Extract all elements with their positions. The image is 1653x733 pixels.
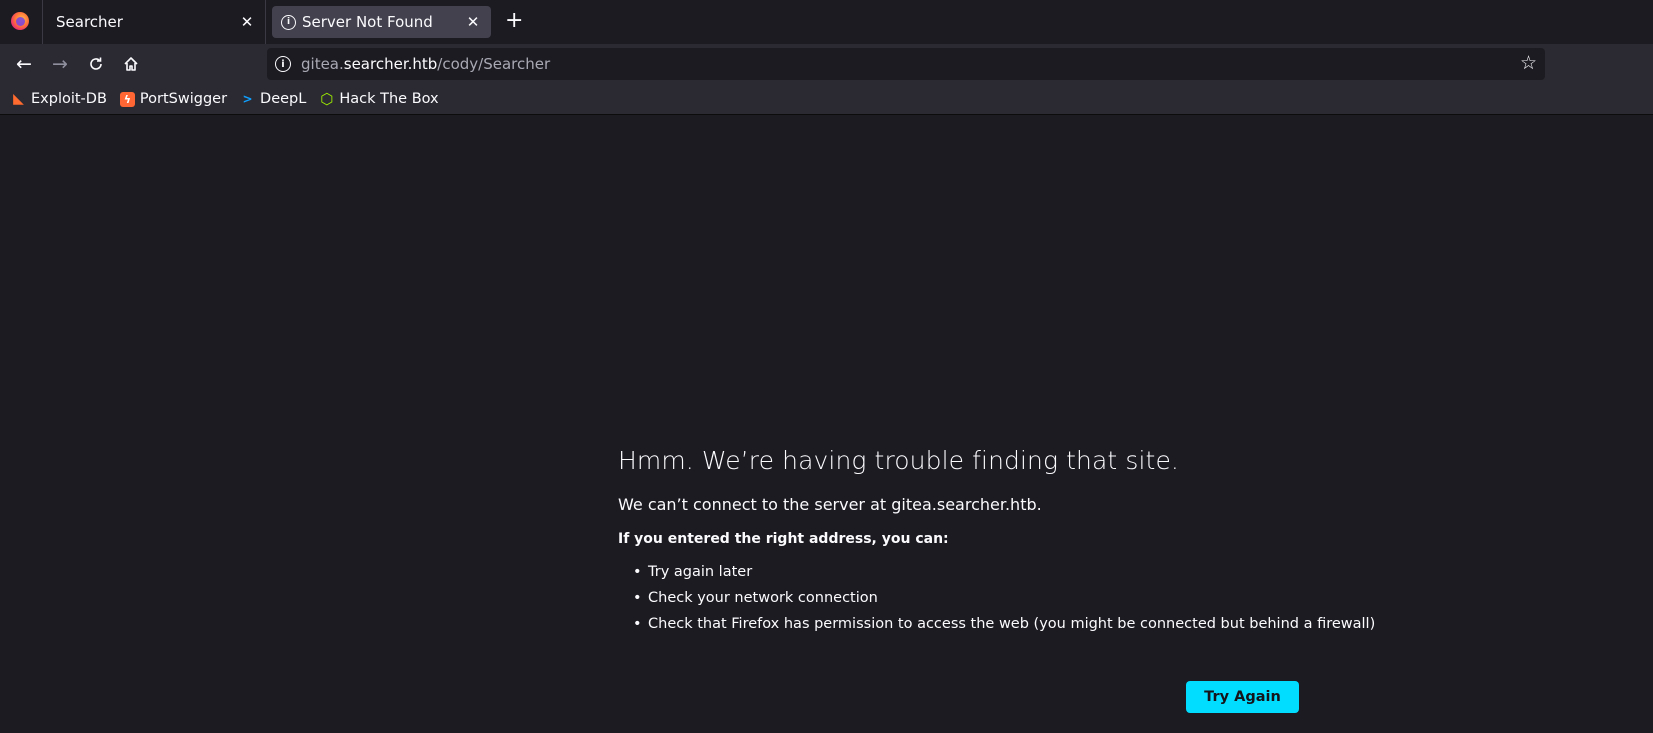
new-tab-plus-icon[interactable]: + [505,9,523,33]
info-icon: i [281,14,296,30]
tab-server-not-found[interactable]: i Server Not Found ✕ [272,6,491,38]
tab-searcher[interactable]: Searcher ✕ [42,0,266,44]
tab-strip: Searcher ✕ i Server Not Found ✕ + [0,0,1653,44]
reload-icon[interactable] [82,44,110,84]
hackthebox-icon: ⬡ [320,90,334,108]
deepl-icon: > [242,92,253,106]
list-item: Check that Firefox has permission to acc… [618,611,1375,637]
tab-close-icon[interactable]: ✕ [239,13,255,31]
error-description: We can’t connect to the server at gitea.… [618,495,1042,514]
bookmark-label: Hack The Box [339,91,439,107]
bookmark-label: DeepL [260,91,307,107]
forward-arrow-icon[interactable]: → [46,44,74,84]
bookmark-hack-the-box[interactable]: ⬡ Hack The Box [319,90,439,108]
try-again-button[interactable]: Try Again [1186,681,1299,713]
suggestion-list: Try again later Check your network conne… [618,559,1375,637]
url-domain: searcher.htb [343,55,438,73]
tab-title: Server Not Found [302,13,433,31]
exploit-db-icon: ◣ [13,91,24,107]
home-icon[interactable] [117,44,145,84]
bookmark-label: PortSwigger [139,91,228,107]
bookmarks-toolbar: ◣ Exploit-DB ϟ PortSwigger > DeepL ⬡ Hac… [0,84,1653,115]
bookmark-label: Exploit-DB [31,91,107,107]
bookmark-deepl[interactable]: > DeepL [240,91,307,107]
list-item: Try again later [618,559,1318,585]
error-container: Hmm. We’re having trouble finding that s… [618,446,1375,637]
bookmark-portswigger[interactable]: ϟ PortSwigger [119,91,228,107]
list-item: Check your network connection [618,585,1318,611]
navigation-toolbar: ← → i gitea.searcher.htb/cody/Searcher ☆ [0,44,1653,84]
url-path: /cody/Searcher [437,55,551,73]
portswigger-icon: ϟ [119,91,135,107]
url-subdomain: gitea. [301,55,344,73]
error-subheading: If you entered the right address, you ca… [618,531,949,547]
error-title: Hmm. We’re having trouble finding that s… [618,446,1179,475]
back-arrow-icon[interactable]: ← [10,44,38,84]
url-text[interactable]: gitea.searcher.htb/cody/Searcher [301,55,550,73]
tab-title: Searcher [56,13,123,31]
bookmark-exploit-db[interactable]: ◣ Exploit-DB [11,91,107,107]
firefox-logo-icon[interactable] [11,12,29,30]
url-bar[interactable]: i gitea.searcher.htb/cody/Searcher ☆ [267,48,1545,80]
bookmark-star-icon[interactable]: ☆ [1520,52,1537,74]
tab-close-icon[interactable]: ✕ [465,13,481,31]
site-info-icon[interactable]: i [275,56,291,72]
page-content: Hmm. We’re having trouble finding that s… [0,116,1653,733]
